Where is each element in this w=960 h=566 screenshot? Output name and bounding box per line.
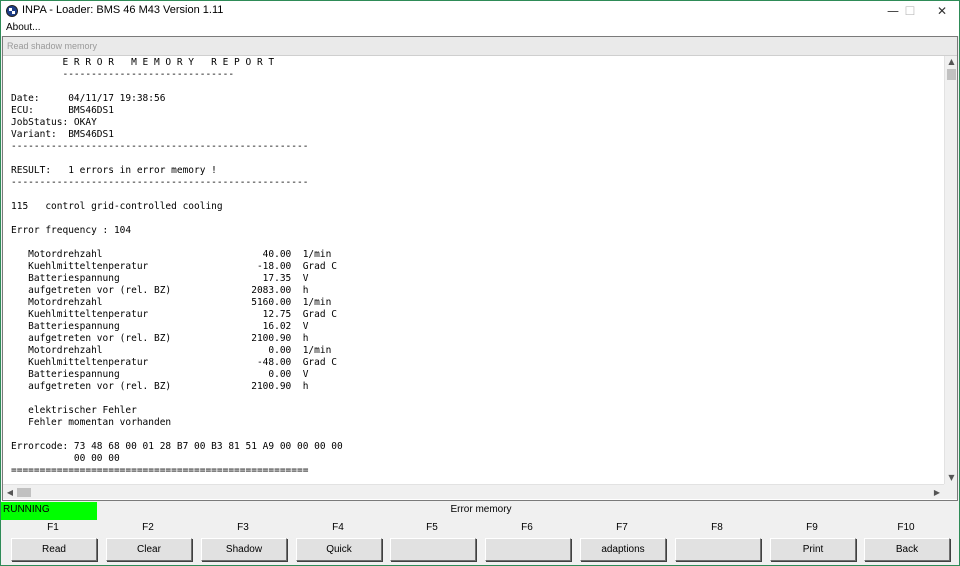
error-memory-report: E R R O R M E M O R Y R E P O R T ------…	[3, 56, 944, 484]
maximize-button: ☐	[904, 4, 916, 18]
report-line: Motordrehzahl 0.00 1/min	[11, 345, 332, 356]
adaptions-button[interactable]: adaptions	[580, 538, 666, 561]
scroll-right-icon[interactable]: ▶	[931, 485, 943, 500]
scroll-down-icon[interactable]: ▼	[945, 472, 958, 484]
close-button[interactable]: ✕	[925, 1, 959, 21]
fkey-label: F4	[332, 522, 344, 533]
print-button[interactable]: Print	[770, 538, 856, 561]
fkey-label: F3	[237, 522, 249, 533]
report-line: Error frequency : 104	[11, 225, 132, 236]
f6-button[interactable]	[485, 538, 571, 561]
report-line: Kuehlmitteltenperatur 12.75 Grad C	[11, 309, 338, 320]
function-key-bar: F1 Read F2 Clear F3 Shadow F4 Quick F5 F…	[1, 521, 959, 565]
report-line: ----------------------------------------…	[11, 177, 309, 188]
vertical-scrollbar[interactable]: ▲ ▼	[944, 56, 957, 484]
vertical-scroll-thumb[interactable]	[947, 69, 956, 80]
report-line: ECU: BMS46DS1	[11, 105, 114, 116]
title-bar: INPA - Loader: BMS 46 M43 Version 1.11 —…	[1, 1, 959, 21]
quick-button[interactable]: Quick	[296, 538, 382, 561]
read-button[interactable]: Read	[11, 538, 97, 561]
fkey-label: F10	[897, 522, 915, 533]
inpa-window: INPA - Loader: BMS 46 M43 Version 1.11 —…	[0, 0, 960, 566]
scrollbar-corner	[944, 484, 957, 499]
fkey-label: F9	[806, 522, 818, 533]
fkey-label: F6	[521, 522, 533, 533]
report-line: aufgetreten vor (rel. BZ) 2100.90 h	[11, 381, 309, 392]
report-line: Batteriespannung 17.35 V	[11, 273, 309, 284]
shadow-memory-window: Read shadow memory E R R O R M E M O R Y…	[2, 36, 958, 501]
fkey-label: F8	[711, 522, 723, 533]
f8-button[interactable]	[675, 538, 761, 561]
horizontal-scrollbar[interactable]: ◀ ▶	[3, 484, 944, 499]
shadow-button[interactable]: Shadow	[201, 538, 287, 561]
report-line: 00 00 00	[11, 453, 120, 464]
status-strip: RUNNING Error memory	[1, 502, 959, 520]
report-line: Motordrehzahl 40.00 1/min	[11, 249, 332, 260]
menu-bar: About...	[1, 21, 959, 36]
report-line: Motordrehzahl 5160.00 1/min	[11, 297, 332, 308]
horizontal-scroll-thumb[interactable]	[17, 488, 31, 497]
report-line: RESULT: 1 errors in error memory !	[11, 165, 217, 176]
report-line: Kuehlmitteltenperatur -18.00 Grad C	[11, 261, 338, 272]
report-line: aufgetreten vor (rel. BZ) 2083.00 h	[11, 285, 309, 296]
report-line: aufgetreten vor (rel. BZ) 2100.90 h	[11, 333, 309, 344]
report-line: E R R O R M E M O R Y R E P O R T	[11, 57, 275, 68]
report-line: Kuehlmitteltenperatur -48.00 Grad C	[11, 357, 338, 368]
running-status: RUNNING	[1, 502, 97, 520]
child-title-bar: Read shadow memory	[3, 37, 957, 56]
child-window-title: Read shadow memory	[7, 41, 98, 51]
bmw-roundel-icon	[6, 5, 18, 17]
report-line: Fehler momentan vorhanden	[11, 417, 172, 428]
report-line: JobStatus: OKAY	[11, 117, 97, 128]
fkey-label: F5	[426, 522, 438, 533]
report-line: Batteriespannung 0.00 V	[11, 369, 309, 380]
report-line: Date: 04/11/17 19:38:56	[11, 93, 166, 104]
scroll-left-icon[interactable]: ◀	[4, 485, 16, 500]
window-title: INPA - Loader: BMS 46 M43 Version 1.11	[22, 4, 224, 16]
status-title: Error memory	[450, 504, 512, 515]
clear-button[interactable]: Clear	[106, 538, 192, 561]
menu-about[interactable]: About...	[6, 22, 40, 33]
report-line: ----------------------------------------…	[11, 141, 309, 152]
report-line: ------------------------------	[11, 69, 235, 80]
report-line: 115 control grid-controlled cooling	[11, 201, 223, 212]
report-line: Errorcode: 73 48 68 00 01 28 B7 00 B3 81…	[11, 441, 343, 452]
report-line: Variant: BMS46DS1	[11, 129, 114, 140]
fkey-label: F1	[47, 522, 59, 533]
f5-button[interactable]	[390, 538, 476, 561]
fkey-label: F7	[616, 522, 628, 533]
scroll-up-icon[interactable]: ▲	[945, 56, 958, 68]
report-line: Batteriespannung 16.02 V	[11, 321, 309, 332]
report-line: ========================================…	[11, 465, 309, 476]
fkey-label: F2	[142, 522, 154, 533]
report-line: elektrischer Fehler	[11, 405, 137, 416]
back-button[interactable]: Back	[864, 538, 950, 561]
